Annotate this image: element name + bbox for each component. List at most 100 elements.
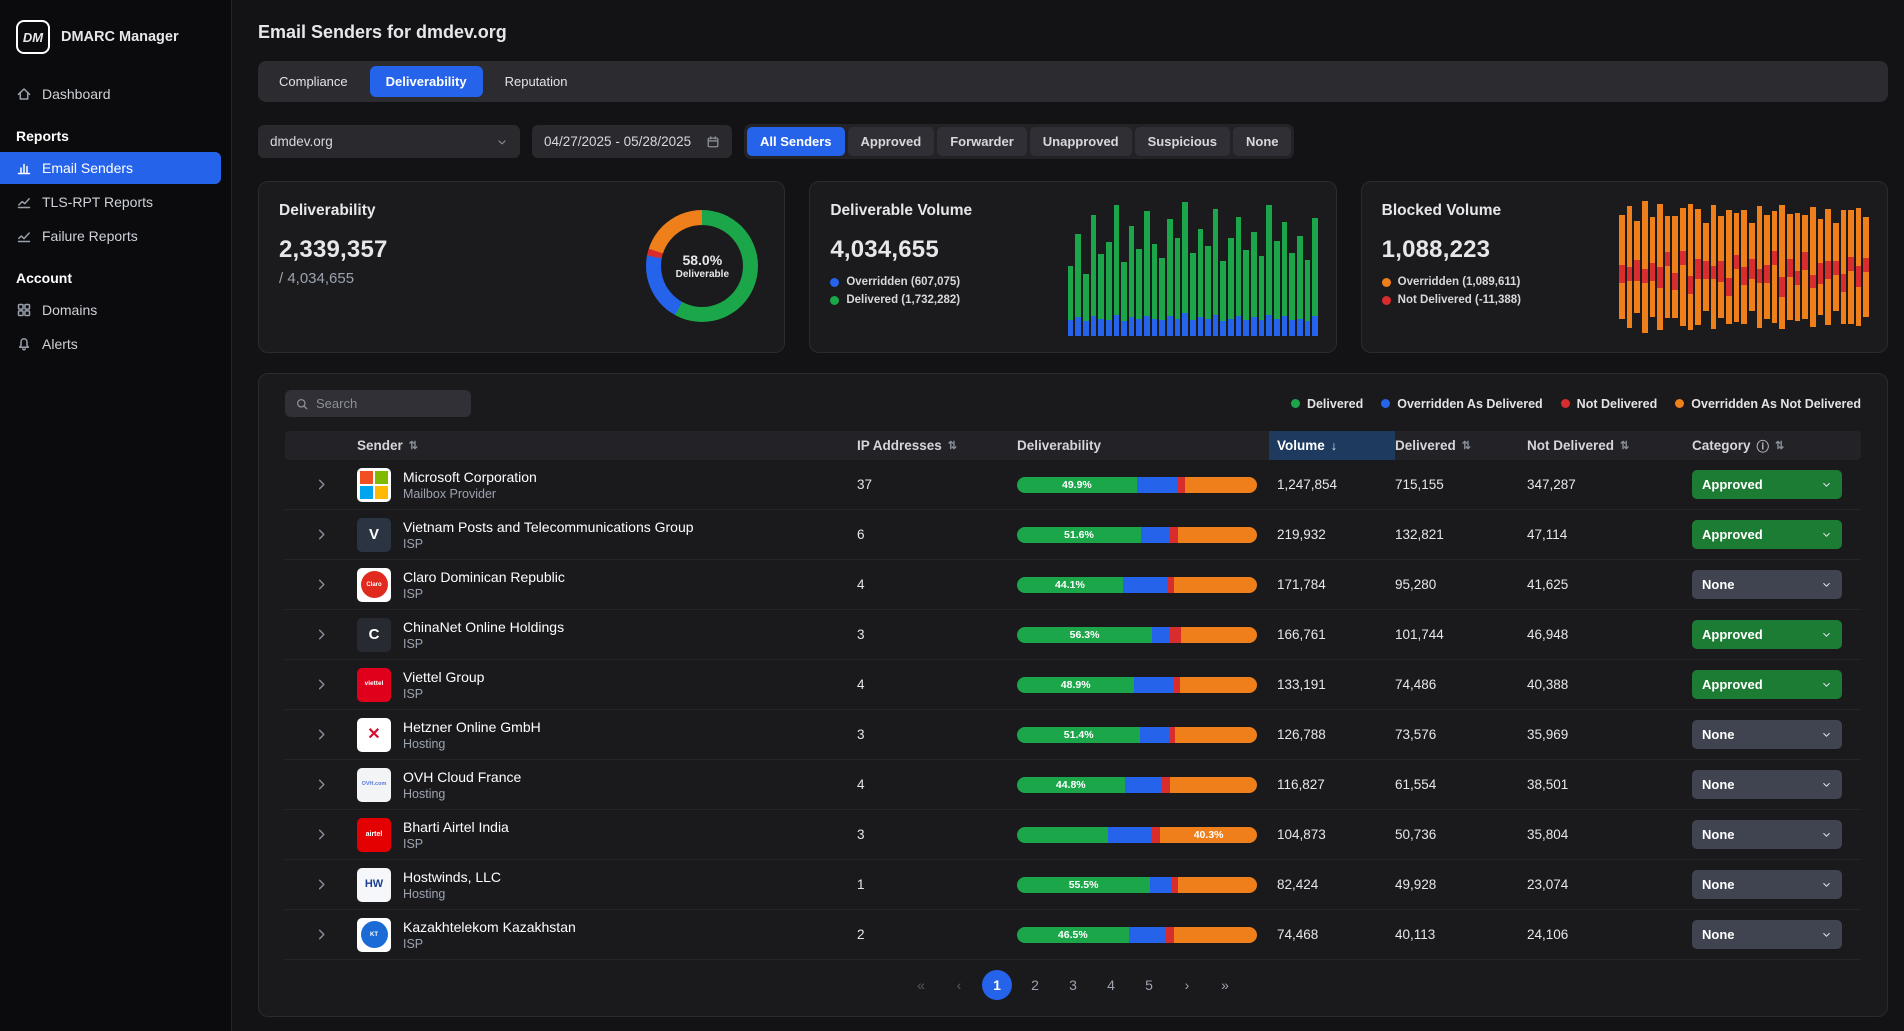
page-4[interactable]: 4 bbox=[1096, 970, 1126, 1000]
not-delivered-segment bbox=[1170, 527, 1178, 543]
column-header-label: Not Delivered bbox=[1527, 438, 1614, 453]
filter-button-forwarder[interactable]: Forwarder bbox=[937, 127, 1027, 156]
page-1[interactable]: 1 bbox=[982, 970, 1012, 1000]
sidebar-item-alerts[interactable]: Alerts bbox=[0, 328, 221, 360]
volume-bar bbox=[1266, 202, 1272, 336]
tab-reputation[interactable]: Reputation bbox=[489, 66, 584, 97]
blocked-bar bbox=[1741, 198, 1747, 336]
category-select[interactable]: None bbox=[1692, 820, 1842, 849]
category-select[interactable]: None bbox=[1692, 920, 1842, 949]
row-expand-button[interactable] bbox=[285, 777, 357, 792]
tab-deliverability[interactable]: Deliverability bbox=[370, 66, 483, 97]
sender-type: Hosting bbox=[403, 737, 541, 751]
sidebar-item-tls-rpt-reports[interactable]: TLS-RPT Reports bbox=[0, 186, 221, 218]
column-header-deliverability[interactable]: Deliverability bbox=[1017, 431, 1277, 460]
filter-button-suspicious[interactable]: Suspicious bbox=[1135, 127, 1230, 156]
page-last[interactable]: » bbox=[1210, 970, 1240, 1000]
search-input[interactable] bbox=[316, 396, 461, 411]
page-next[interactable]: › bbox=[1172, 970, 1202, 1000]
page-2[interactable]: 2 bbox=[1020, 970, 1050, 1000]
category-select[interactable]: None bbox=[1692, 770, 1842, 799]
delivered-value: 50,736 bbox=[1395, 827, 1527, 842]
deliverability-bar: 51.4% bbox=[1017, 727, 1257, 743]
page-3[interactable]: 3 bbox=[1058, 970, 1088, 1000]
filter-button-all-senders[interactable]: All Senders bbox=[747, 127, 845, 156]
not-delivered-segment bbox=[1848, 257, 1854, 271]
column-header-category[interactable]: Categoryⓘ⇅ bbox=[1692, 431, 1861, 460]
volume-bar bbox=[1213, 202, 1219, 336]
column-header-delivered[interactable]: Delivered⇅ bbox=[1395, 431, 1527, 460]
deliverable-volume-card: Deliverable Volume 4,034,655 Overridden … bbox=[809, 181, 1336, 353]
row-expand-button[interactable] bbox=[285, 627, 357, 642]
column-header-not-delivered[interactable]: Not Delivered⇅ bbox=[1527, 431, 1692, 460]
volume-bar bbox=[1106, 202, 1112, 336]
table-legend-item: Overridden As Not Delivered bbox=[1675, 397, 1861, 411]
overridden-segment bbox=[1175, 319, 1181, 336]
line-chart-icon bbox=[16, 194, 32, 210]
row-expand-button[interactable] bbox=[285, 577, 357, 592]
page-first[interactable]: « bbox=[906, 970, 936, 1000]
row-expand-button[interactable] bbox=[285, 827, 357, 842]
volume-bar bbox=[1282, 202, 1288, 336]
legend-dot bbox=[1291, 399, 1300, 408]
category-value: Approved bbox=[1702, 527, 1763, 542]
not-delivered-segment bbox=[1841, 274, 1847, 292]
page-5[interactable]: 5 bbox=[1134, 970, 1164, 1000]
overridden-segment bbox=[1787, 214, 1793, 260]
table-legend-item: Overridden As Delivered bbox=[1381, 397, 1542, 411]
sender-name: Kazakhtelekom Kazakhstan bbox=[403, 919, 576, 935]
filter-button-unapproved[interactable]: Unapproved bbox=[1030, 127, 1132, 156]
sidebar-item-domains[interactable]: Domains bbox=[0, 294, 221, 326]
category-select[interactable]: Approved bbox=[1692, 620, 1842, 649]
category-select[interactable]: None bbox=[1692, 870, 1842, 899]
sender-cell: Microsoft CorporationMailbox Provider bbox=[357, 468, 857, 502]
volume-bar bbox=[1182, 202, 1188, 336]
column-header-sender[interactable]: Sender⇅ bbox=[357, 431, 857, 460]
date-range-picker[interactable]: 04/27/2025 - 05/28/2025 bbox=[532, 125, 732, 158]
ip-count: 4 bbox=[857, 577, 1017, 592]
blocked-bar bbox=[1757, 198, 1763, 336]
row-expand-button[interactable] bbox=[285, 727, 357, 742]
overridden-segment bbox=[1726, 210, 1732, 278]
page-prev[interactable]: ‹ bbox=[944, 970, 974, 1000]
sidebar-item-failure-reports[interactable]: Failure Reports bbox=[0, 220, 221, 252]
sidebar-item-email-senders[interactable]: Email Senders bbox=[0, 152, 221, 184]
domain-select[interactable]: dmdev.org bbox=[258, 125, 520, 158]
grid-icon bbox=[16, 302, 32, 318]
sidebar-item-label: Dashboard bbox=[42, 86, 111, 102]
category-value: None bbox=[1702, 927, 1735, 942]
sender-name: Viettel Group bbox=[403, 669, 484, 685]
category-select[interactable]: None bbox=[1692, 570, 1842, 599]
deliverability-bar: 55.5% bbox=[1017, 877, 1257, 893]
row-expand-button[interactable] bbox=[285, 527, 357, 542]
deliverability-bar: 51.6% bbox=[1017, 527, 1257, 543]
column-header-volume[interactable]: Volume↓ bbox=[1269, 431, 1395, 460]
category-value: None bbox=[1702, 827, 1735, 842]
sender-logo: OVH.com bbox=[357, 768, 391, 802]
delivered-segment bbox=[1017, 827, 1108, 843]
row-expand-button[interactable] bbox=[285, 927, 357, 942]
category-select[interactable]: Approved bbox=[1692, 670, 1842, 699]
category-select[interactable]: None bbox=[1692, 720, 1842, 749]
category-select[interactable]: Approved bbox=[1692, 520, 1842, 549]
sender-names: Viettel GroupISP bbox=[403, 669, 484, 701]
volume-bar bbox=[1121, 202, 1127, 336]
not-delivered-segment bbox=[1161, 777, 1171, 793]
overridden-segment bbox=[1718, 282, 1724, 318]
overridden-segment bbox=[1818, 219, 1824, 263]
row-expand-button[interactable] bbox=[285, 477, 357, 492]
category-select[interactable]: Approved bbox=[1692, 470, 1842, 499]
deliverability-cell: 56.3% bbox=[1017, 627, 1277, 643]
filter-button-approved[interactable]: Approved bbox=[848, 127, 935, 156]
logo-square bbox=[360, 471, 373, 484]
filter-button-none[interactable]: None bbox=[1233, 127, 1292, 156]
volume-bar bbox=[1144, 202, 1150, 336]
sidebar-item-dashboard[interactable]: Dashboard bbox=[0, 78, 221, 110]
column-header-ip-addresses[interactable]: IP Addresses⇅ bbox=[857, 431, 1017, 460]
row-expand-button[interactable] bbox=[285, 877, 357, 892]
overridden-segment bbox=[1167, 316, 1173, 336]
tab-compliance[interactable]: Compliance bbox=[263, 66, 364, 97]
overridden-segment bbox=[1695, 279, 1701, 325]
row-expand-button[interactable] bbox=[285, 677, 357, 692]
sender-logo: KT bbox=[357, 918, 391, 952]
